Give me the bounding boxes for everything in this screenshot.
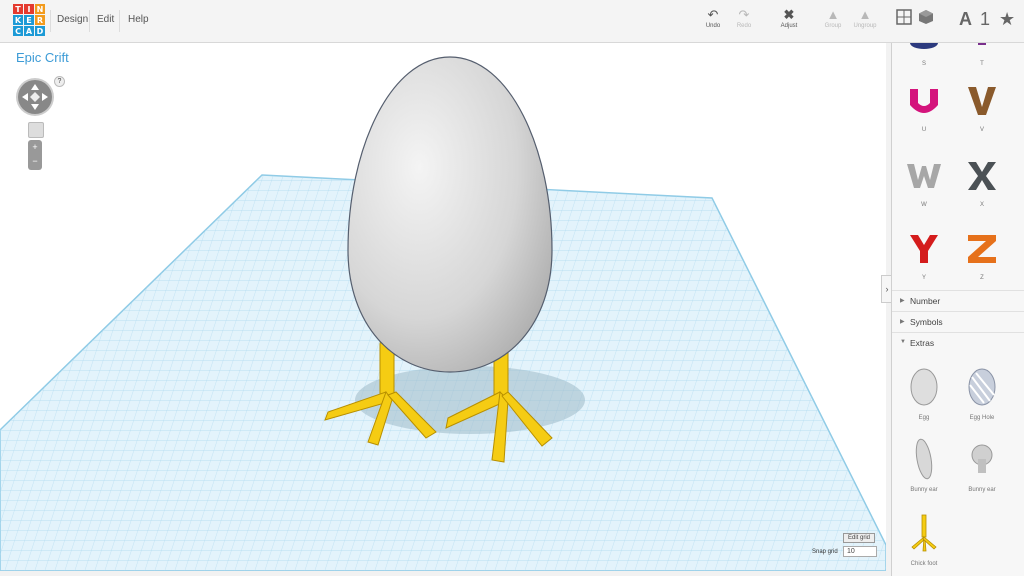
redo-label: Redo	[736, 23, 752, 29]
letter-y-icon	[910, 235, 938, 263]
expand-arrow-icon: ▶	[900, 319, 905, 325]
shape-label: Egg Hole	[969, 415, 995, 421]
cube-view-icon[interactable]	[918, 9, 934, 29]
letter-x-icon	[968, 162, 996, 190]
menu-divider	[89, 10, 90, 32]
letter-z-icon	[968, 235, 996, 263]
ungroup-button[interactable]: ▲ Ungroup	[847, 7, 883, 30]
logo-letter: N	[35, 4, 45, 14]
group-icon: ▲	[826, 7, 840, 22]
letter-w-icon	[907, 164, 941, 188]
design-title[interactable]: Epic Crift	[16, 50, 69, 65]
adjust-button[interactable]: ✖ Adjust	[771, 7, 807, 30]
shape-tile-egg-hole[interactable]: Egg Hole	[950, 363, 1014, 421]
shape-label: S	[921, 61, 926, 67]
undo-label: Undo	[705, 23, 721, 29]
shape-tile[interactable]: T	[950, 43, 1014, 67]
star-favorites-icon[interactable]: ★	[999, 9, 1015, 29]
shape-tile[interactable]: S	[892, 43, 956, 67]
shape-label: T	[980, 61, 984, 67]
egg-hole-shape-icon	[968, 368, 996, 406]
section-label: Symbols	[910, 317, 943, 327]
pan-arrows-icon	[22, 84, 48, 110]
top-toolbar: T I N K E R C A D Design Edit Help ↶ Und…	[0, 0, 1024, 43]
letter-t-icon	[978, 43, 986, 45]
menu-divider	[50, 10, 51, 32]
view-navigation-control[interactable]	[18, 80, 52, 114]
redo-button[interactable]: ↷ Redo	[726, 7, 762, 30]
ungroup-icon: ▲	[858, 7, 872, 22]
collapse-arrow-icon: ▼	[900, 339, 906, 345]
shape-tile-egg[interactable]: Egg	[892, 363, 956, 421]
shape-label: W	[921, 202, 927, 208]
shape-label: X	[979, 202, 984, 208]
group-label: Group	[824, 23, 842, 29]
shape-label: Chick foot	[910, 561, 938, 567]
section-number[interactable]: ▶ Number	[892, 290, 1024, 311]
shape-tile[interactable]: V	[950, 81, 1014, 133]
shape-tile-bunny-ear-2[interactable]: Bunny ear	[950, 435, 1014, 493]
shape-tile[interactable]: X	[950, 156, 1014, 208]
chick-foot-shape-icon	[911, 514, 937, 552]
section-label: Extras	[910, 338, 935, 348]
logo-letter: T	[13, 4, 23, 14]
shape-tile[interactable]: U	[892, 81, 956, 133]
zoom-in-icon[interactable]: +	[28, 140, 42, 154]
logo-letter: I	[24, 4, 34, 14]
section-label: Number	[910, 296, 941, 306]
group-button[interactable]: ▲ Group	[815, 7, 851, 30]
egg-shape[interactable]	[347, 56, 553, 373]
redo-icon: ↷	[738, 7, 750, 22]
section-extras[interactable]: ▼ Extras	[892, 332, 1024, 353]
logo-letter: C	[13, 26, 23, 36]
logo-letter: D	[35, 26, 45, 36]
grid-view-icon[interactable]	[896, 9, 912, 29]
shapes-panel: S T U V W X Y Z ▶ Number ▶ Symbols ▼ Ext…	[891, 43, 1024, 576]
menu-help[interactable]: Help	[128, 14, 149, 25]
letter-u-icon	[910, 89, 938, 113]
numbers-category-icon[interactable]: 1	[980, 9, 990, 29]
letters-category-icon[interactable]: A	[959, 9, 972, 29]
letter-v-icon	[968, 87, 996, 115]
menu-edit[interactable]: Edit	[97, 14, 114, 25]
help-icon[interactable]: ?	[54, 76, 65, 87]
shape-tile-chick-foot[interactable]: Chick foot	[892, 509, 956, 567]
zoom-out-icon[interactable]: −	[28, 154, 42, 168]
shape-label: Bunny ear	[968, 487, 996, 493]
home-view-button[interactable]	[28, 122, 44, 138]
shape-label: V	[979, 127, 984, 133]
snap-grid-select[interactable]: 10	[843, 546, 877, 557]
letter-s-icon	[910, 43, 938, 49]
shape-tile[interactable]: W	[892, 156, 956, 208]
shape-tile[interactable]: Z	[950, 229, 1014, 281]
adjust-icon: ✖	[783, 7, 795, 22]
adjust-label: Adjust	[780, 23, 798, 29]
logo-letter: R	[35, 15, 45, 25]
logo-letter: E	[24, 15, 34, 25]
shape-tile-bunny-ear[interactable]: Bunny ear	[892, 435, 956, 493]
bunny-ear-shape-icon	[915, 438, 933, 480]
expand-arrow-icon: ▶	[900, 298, 905, 304]
workplane-viewport[interactable]	[0, 43, 886, 571]
shape-label: Egg	[918, 415, 930, 421]
logo-letter: A	[24, 26, 34, 36]
shape-label: Bunny ear	[910, 487, 938, 493]
scene-3d[interactable]	[0, 43, 886, 571]
ungroup-label: Ungroup	[853, 23, 877, 29]
snap-grid-label: Snap grid	[812, 549, 838, 555]
shape-tile[interactable]: Y	[892, 229, 956, 281]
edit-grid-button[interactable]: Edit grid	[843, 533, 876, 543]
bunny-ear-shape-icon	[971, 444, 993, 473]
egg-shape-icon	[910, 368, 938, 406]
shape-label: U	[921, 127, 927, 133]
section-symbols[interactable]: ▶ Symbols	[892, 311, 1024, 332]
zoom-control[interactable]: + −	[28, 140, 42, 170]
menu-design[interactable]: Design	[57, 14, 88, 25]
logo-letter: K	[13, 15, 23, 25]
shape-label: Z	[980, 275, 984, 281]
tinkercad-logo[interactable]: T I N K E R C A D	[13, 4, 45, 38]
shape-label: Y	[921, 275, 926, 281]
menu-divider	[119, 10, 120, 32]
